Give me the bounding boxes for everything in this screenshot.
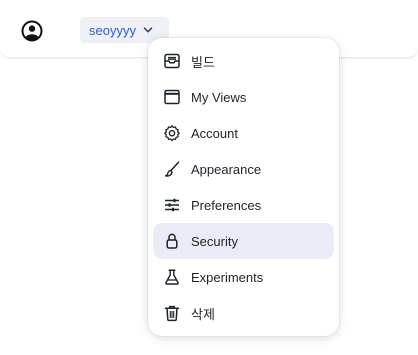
flask-icon bbox=[163, 268, 181, 286]
gear-icon bbox=[163, 124, 181, 142]
menu-item-label: 빌드 bbox=[191, 54, 215, 70]
menu-item-experiments[interactable]: Experiments bbox=[153, 259, 334, 295]
menu-item-label: Experiments bbox=[191, 269, 264, 285]
menu-item-my-views[interactable]: My Views bbox=[153, 79, 334, 115]
menu-item-label: Preferences bbox=[191, 197, 262, 213]
inbox-tray-icon bbox=[163, 52, 181, 70]
paintbrush-icon bbox=[163, 160, 181, 178]
menu-item-label: My Views bbox=[191, 89, 247, 105]
chevron-down-icon bbox=[143, 25, 153, 35]
menu-item-label: Account bbox=[191, 125, 238, 141]
menu-item-builds[interactable]: 빌드 bbox=[153, 43, 334, 79]
trash-icon bbox=[163, 304, 181, 322]
username-label: seoyyyy bbox=[89, 22, 136, 38]
menu-item-delete[interactable]: 삭제 bbox=[153, 295, 334, 331]
menu-item-appearance[interactable]: Appearance bbox=[153, 151, 334, 187]
menu-item-label: 삭제 bbox=[191, 306, 215, 322]
menu-item-label: Appearance bbox=[191, 161, 262, 177]
sliders-icon bbox=[163, 196, 181, 214]
lock-icon bbox=[163, 232, 181, 250]
menu-item-preferences[interactable]: Preferences bbox=[153, 187, 334, 223]
user-dropdown-menu: 빌드 My Views Account Appearance Preferenc… bbox=[148, 38, 339, 336]
window-icon bbox=[163, 88, 181, 106]
menu-item-account[interactable]: Account bbox=[153, 115, 334, 151]
menu-item-label: Security bbox=[191, 233, 238, 249]
user-circle-icon[interactable] bbox=[21, 20, 43, 42]
menu-item-security[interactable]: Security bbox=[153, 223, 334, 259]
